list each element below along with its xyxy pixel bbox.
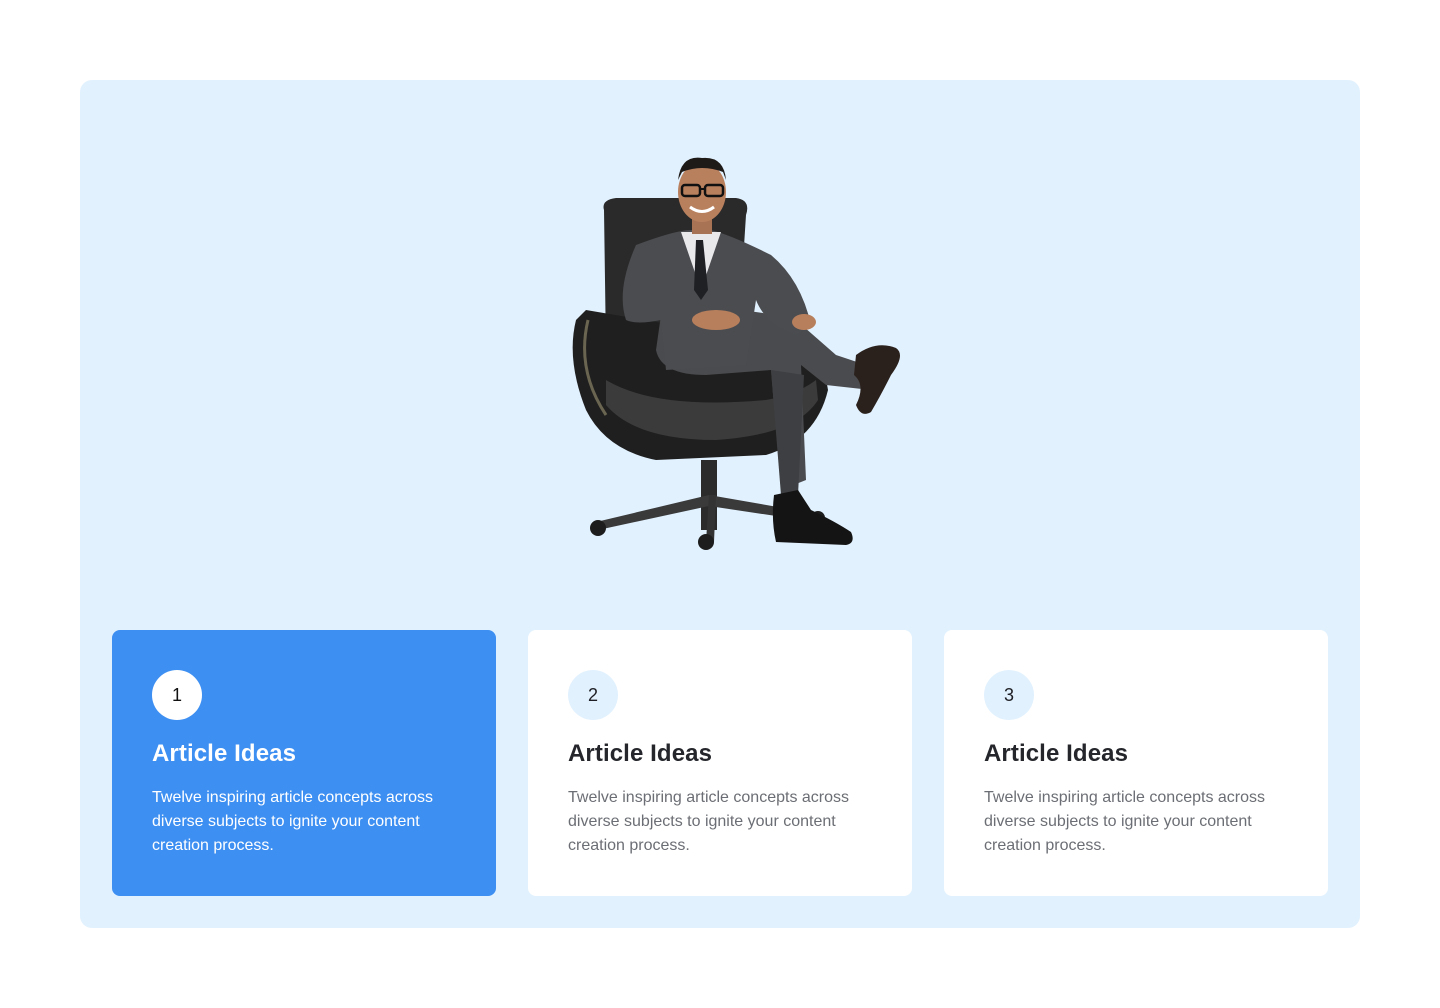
card-title: Article Ideas <box>984 740 1129 767</box>
card-3[interactable]: 3 Article Ideas Twelve inspiring article… <box>944 630 1328 896</box>
feature-panel: 1 Article Ideas Twelve inspiring article… <box>80 80 1360 928</box>
card-number-badge: 1 <box>152 670 202 720</box>
card-number-badge: 2 <box>568 670 618 720</box>
card-number-badge: 3 <box>984 670 1034 720</box>
card-title: Article Ideas <box>152 740 297 767</box>
card-2[interactable]: 2 Article Ideas Twelve inspiring article… <box>528 630 912 896</box>
hero-image <box>566 150 946 580</box>
card-description: Twelve inspiring article concepts across… <box>568 789 850 854</box>
cards-row: 1 Article Ideas Twelve inspiring article… <box>112 630 1328 896</box>
card-title: Article Ideas <box>568 740 713 767</box>
card-1[interactable]: 1 Article Ideas Twelve inspiring article… <box>112 630 496 896</box>
card-description: Twelve inspiring article concepts across… <box>152 789 434 854</box>
businessman-illustration <box>572 157 900 550</box>
card-description: Twelve inspiring article concepts across… <box>984 789 1266 854</box>
